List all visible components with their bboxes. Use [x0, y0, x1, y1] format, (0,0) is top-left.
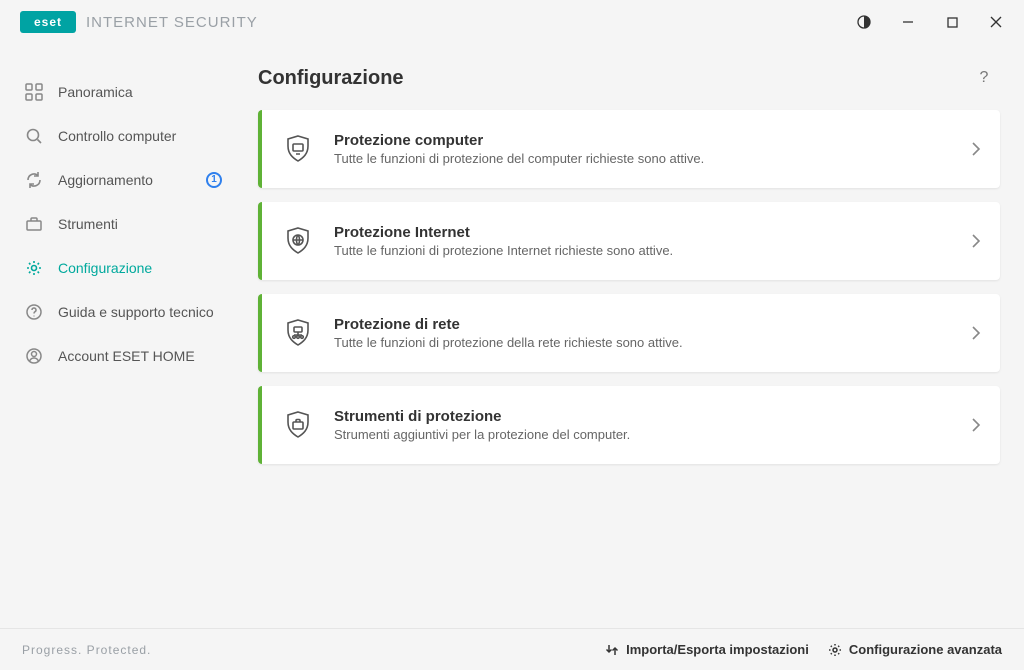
- page-header: Configurazione ?: [258, 66, 1000, 90]
- sidebar-item-label: Guida e supporto tecnico: [58, 304, 222, 321]
- sidebar-item-label: Controllo computer: [58, 128, 222, 145]
- brand: eset INTERNET SECURITY: [20, 11, 258, 33]
- maximize-button[interactable]: [930, 3, 974, 41]
- update-badge: 1: [206, 172, 222, 188]
- card-security-tools[interactable]: Strumenti di protezione Strumenti aggiun…: [258, 386, 1000, 464]
- card-title: Protezione computer: [334, 132, 952, 149]
- card-computer-protection[interactable]: Protezione computer Tutte le funzioni di…: [258, 110, 1000, 188]
- gear-icon: [827, 642, 843, 658]
- chevron-right-icon: [952, 141, 1000, 157]
- card-title: Strumenti di protezione: [334, 408, 952, 425]
- sidebar-item-account[interactable]: Account ESET HOME: [0, 334, 240, 378]
- advanced-setup-label: Configurazione avanzata: [849, 642, 1002, 657]
- card-desc: Tutte le funzioni di protezione Internet…: [334, 243, 952, 258]
- page-help-button[interactable]: ?: [972, 66, 996, 90]
- shield-network-icon: [262, 317, 334, 349]
- gear-icon: [24, 258, 44, 278]
- card-list: Protezione computer Tutte le funzioni di…: [258, 110, 1000, 464]
- card-title: Protezione di rete: [334, 316, 952, 333]
- advanced-setup-link[interactable]: Configurazione avanzata: [827, 642, 1002, 658]
- sidebar-item-scan[interactable]: Controllo computer: [0, 114, 240, 158]
- minimize-button[interactable]: [886, 3, 930, 41]
- chevron-right-icon: [952, 325, 1000, 341]
- close-button[interactable]: [974, 3, 1018, 41]
- sidebar-item-label: Strumenti: [58, 216, 222, 233]
- card-desc: Strumenti aggiuntivi per la protezione d…: [334, 427, 952, 442]
- footer: Progress. Protected. Importa/Esporta imp…: [0, 628, 1024, 670]
- shield-briefcase-icon: [262, 409, 334, 441]
- brand-product: INTERNET SECURITY: [86, 14, 258, 31]
- sidebar-item-setup[interactable]: Configurazione: [0, 246, 240, 290]
- window-controls: [842, 3, 1018, 41]
- briefcase-icon: [24, 214, 44, 234]
- page: Configurazione ? Protezione computer Tut…: [240, 44, 1024, 628]
- sidebar-item-help[interactable]: Guida e supporto tecnico: [0, 290, 240, 334]
- card-desc: Tutte le funzioni di protezione del comp…: [334, 151, 952, 166]
- sidebar-item-label: Panoramica: [58, 84, 222, 101]
- card-network-protection[interactable]: Protezione di rete Tutte le funzioni di …: [258, 294, 1000, 372]
- contrast-button[interactable]: [842, 3, 886, 41]
- sidebar: Panoramica Controllo computer Aggiorname…: [0, 44, 240, 628]
- chevron-right-icon: [952, 417, 1000, 433]
- chevron-right-icon: [952, 233, 1000, 249]
- refresh-icon: [24, 170, 44, 190]
- sidebar-item-label: Configurazione: [58, 260, 222, 277]
- sidebar-item-label: Account ESET HOME: [58, 348, 222, 365]
- card-title: Protezione Internet: [334, 224, 952, 241]
- dashboard-icon: [24, 82, 44, 102]
- shield-monitor-icon: [262, 133, 334, 165]
- user-icon: [24, 346, 44, 366]
- titlebar: eset INTERNET SECURITY: [0, 0, 1024, 44]
- import-export-icon: [604, 642, 620, 658]
- card-internet-protection[interactable]: Protezione Internet Tutte le funzioni di…: [258, 202, 1000, 280]
- sidebar-item-label: Aggiornamento: [58, 172, 192, 189]
- sidebar-item-overview[interactable]: Panoramica: [0, 70, 240, 114]
- shield-globe-icon: [262, 225, 334, 257]
- card-desc: Tutte le funzioni di protezione della re…: [334, 335, 952, 350]
- sidebar-item-tools[interactable]: Strumenti: [0, 202, 240, 246]
- help-icon: [24, 302, 44, 322]
- import-export-link[interactable]: Importa/Esporta impostazioni: [604, 642, 809, 658]
- sidebar-item-update[interactable]: Aggiornamento 1: [0, 158, 240, 202]
- search-icon: [24, 126, 44, 146]
- import-export-label: Importa/Esporta impostazioni: [626, 642, 809, 657]
- footer-tagline: Progress. Protected.: [22, 643, 151, 657]
- brand-logo: eset: [20, 11, 76, 33]
- page-title: Configurazione: [258, 67, 404, 90]
